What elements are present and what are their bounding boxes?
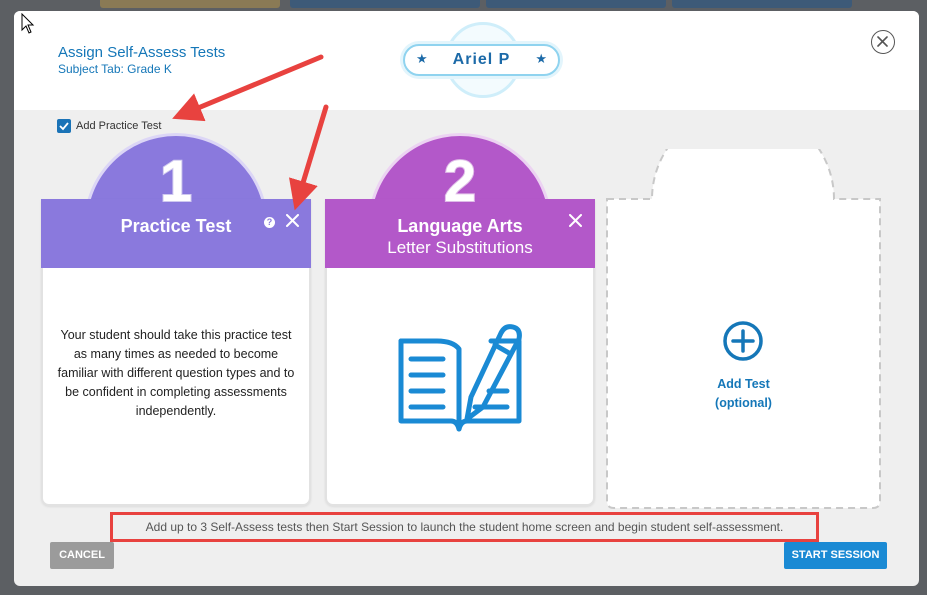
card-description: Your student should take this practice t… [57,328,295,418]
modal-title: Assign Self-Assess Tests [58,44,226,61]
star-icon: ★ [535,51,547,66]
card-subtitle: Letter Substitutions [387,238,533,257]
card-title: Language Arts [397,216,523,236]
add-test-label: Add Test (optional) [605,375,882,413]
add-practice-test-toggle[interactable]: Add Practice Test [57,119,161,133]
add-test-slot[interactable]: Add Test (optional) [605,149,882,510]
checkmark-icon [59,122,69,131]
help-icon[interactable]: ? [264,217,275,228]
modal-subtitle: Subject Tab: Grade K [58,62,172,76]
plus-circle-icon [723,321,763,361]
remove-card-icon[interactable] [286,214,299,227]
modal-header: Assign Self-Assess Tests Subject Tab: Gr… [14,11,919,110]
cancel-button[interactable]: CANCEL [50,542,114,569]
start-session-button[interactable]: START SESSION [784,542,887,569]
background-tile [486,0,666,8]
close-modal-button[interactable] [871,30,895,54]
student-badge: ★ Ariel P ★ [403,44,560,76]
add-test-line: Add Test [717,377,770,391]
background-tile [672,0,852,8]
assign-tests-modal: Assign Self-Assess Tests Subject Tab: Gr… [14,11,919,586]
close-icon [877,36,888,47]
card-number: 2 [443,149,477,214]
mouse-cursor-icon [21,13,35,34]
practice-test-checkbox[interactable] [57,119,71,133]
add-test-optional: (optional) [715,396,772,410]
test-card-language-arts: 2 Language Arts Letter Substitutions [325,136,595,506]
background-tile [290,0,480,8]
card-number: 1 [159,149,193,214]
test-card-practice: 1 Practice Test ? Your student should ta… [41,136,311,506]
book-pencil-icon [398,324,522,432]
instruction-hint: Add up to 3 Self-Assess tests then Start… [110,512,819,542]
background-tile [100,0,280,8]
practice-test-label: Add Practice Test [76,120,162,132]
remove-card-icon[interactable] [569,214,582,227]
